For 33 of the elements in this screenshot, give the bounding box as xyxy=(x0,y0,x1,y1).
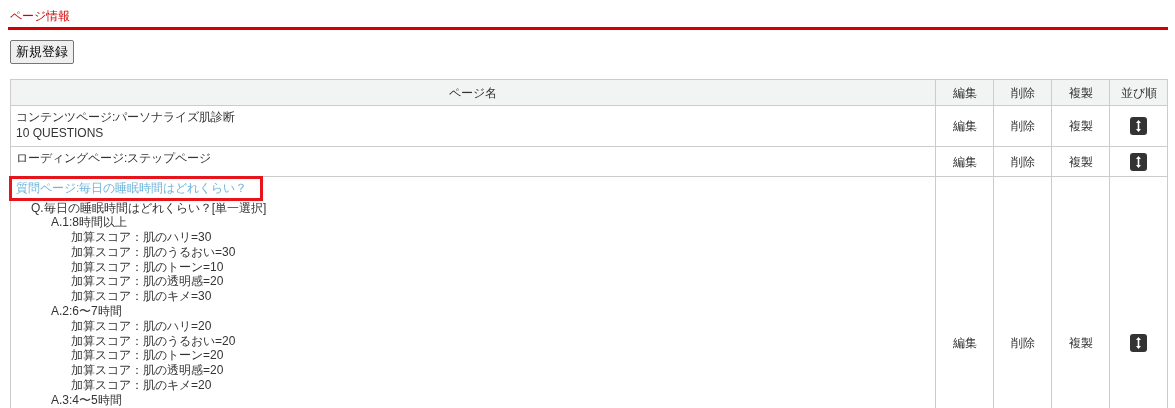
column-header: 複製 xyxy=(1051,79,1110,106)
copy-link[interactable]: 複製 xyxy=(1068,119,1093,133)
tree-line: 加算スコア：肌のキメ=30 xyxy=(71,289,213,305)
tree-line: 加算スコア：肌のうるおい=30 xyxy=(71,244,237,260)
column-header: 編集 xyxy=(935,79,994,106)
tree-line: Q.毎日の睡眠時間はどれくらい？[単一選択] xyxy=(31,200,268,216)
page-name: ローディングページ:ステップページ xyxy=(16,151,212,167)
column-header: ページ名 xyxy=(10,79,936,106)
tree-line: 加算スコア：肌のハリ=20 xyxy=(71,318,213,334)
edit-link[interactable]: 編集 xyxy=(952,335,977,350)
new-register-button[interactable]: 新規登録 xyxy=(10,40,74,64)
page-name: コンテンツページ:パーソナライズ肌診断 xyxy=(16,110,236,126)
tree-line: 加算スコア：肌のハリ=30 xyxy=(71,230,213,245)
column-header: 削除 xyxy=(993,79,1052,106)
delete-link[interactable]: 削除 xyxy=(1010,119,1035,133)
tree-line: A.2:6〜7時間 xyxy=(51,304,123,319)
sort-icon[interactable] xyxy=(1130,117,1147,136)
tree-line: 加算スコア：肌のトーン=10 xyxy=(71,259,225,275)
edit-link[interactable]: 編集 xyxy=(952,119,977,133)
tree-line: A.3:4〜5時間 xyxy=(51,392,123,408)
delete-link[interactable]: 削除 xyxy=(1010,335,1035,350)
page-subtitle: 10 QUESTIONS xyxy=(16,125,105,141)
sort-icon[interactable] xyxy=(1130,152,1147,171)
column-header: 並び順 xyxy=(1109,79,1168,106)
tree-line: 加算スコア：肌の透明感=20 xyxy=(71,363,225,379)
copy-link[interactable]: 複製 xyxy=(1068,335,1093,350)
page-heading: ページ情報 xyxy=(10,8,71,25)
sort-icon[interactable] xyxy=(1130,333,1147,352)
tree-line: 加算スコア：肌のうるおい=20 xyxy=(71,333,237,349)
tree-line: 加算スコア：肌の透明感=20 xyxy=(71,274,225,290)
tree-line: 加算スコア：肌のトーン=20 xyxy=(71,348,225,364)
tree-line: A.1:8時間以上 xyxy=(51,215,129,231)
tree-line: 加算スコア：肌のキメ=20 xyxy=(71,378,213,393)
